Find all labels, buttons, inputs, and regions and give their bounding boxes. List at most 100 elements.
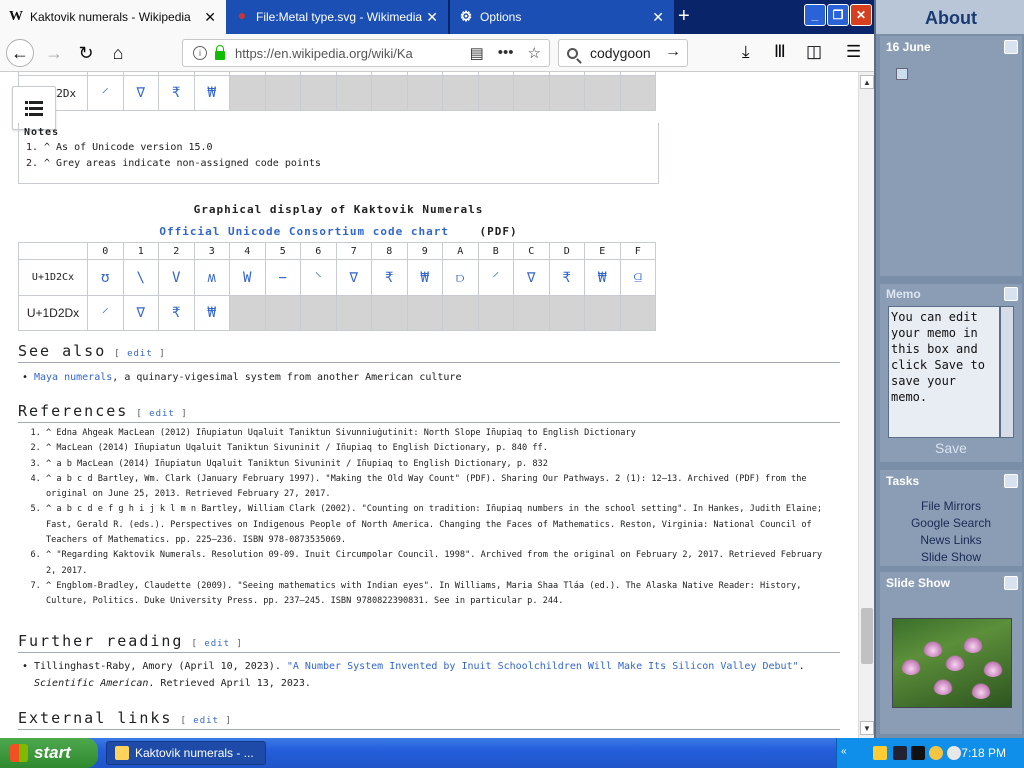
sidebar-icon[interactable]: ◫ bbox=[806, 42, 822, 62]
glyph-cell: ⸌ bbox=[300, 259, 337, 296]
glyph-cell: V bbox=[158, 259, 195, 296]
graphical-display-table: 0 1 2 3 4 5 6 7 8 9 A B C D E F U+1D2Cx … bbox=[18, 242, 656, 331]
tasks-icon[interactable] bbox=[1004, 474, 1018, 488]
home-button[interactable]: ⌂ bbox=[104, 39, 132, 67]
reference-item: ^ MacLean (2014) Iñupiatun Uqaluit Tanik… bbox=[46, 441, 832, 456]
edit-section-link[interactable]: [ edit ] bbox=[114, 349, 165, 359]
list-item: Tillinghast-Raby, Amory (April 10, 2023)… bbox=[22, 658, 842, 692]
external-links-heading: External links[ edit ] bbox=[18, 709, 840, 730]
close-tab-icon[interactable]: ✕ bbox=[426, 9, 438, 26]
taskbar-item-browser[interactable]: Kaktovik numerals - ... bbox=[106, 741, 266, 765]
task-google-search[interactable]: Google Search bbox=[880, 515, 1022, 532]
clock-time[interactable]: 7:18 PM bbox=[961, 746, 1006, 760]
scroll-up-arrow[interactable]: ▲ bbox=[860, 75, 874, 89]
clock-icon[interactable] bbox=[947, 746, 961, 760]
tab-options[interactable]: ⚙ Options ✕ bbox=[450, 0, 674, 34]
download-icon[interactable]: ⤓ bbox=[742, 42, 750, 62]
maya-numerals-link[interactable]: Maya numerals bbox=[34, 372, 112, 383]
glyph-cell: W bbox=[229, 259, 266, 296]
task-news-links[interactable]: News Links bbox=[880, 532, 1022, 549]
task-slide-show[interactable]: Slide Show bbox=[880, 549, 1022, 566]
page-actions-icon[interactable]: ••• bbox=[498, 44, 514, 62]
glyph-cell: ʍ bbox=[193, 259, 230, 296]
taskbar: start Kaktovik numerals - ... « 7:18 PM bbox=[0, 738, 1024, 768]
reference-item: ^ a b MacLean (2014) Iñupiatun Uqaluit T… bbox=[46, 457, 832, 472]
search-input[interactable]: codygoon bbox=[590, 45, 651, 61]
note-item: ^ Grey areas indicate non-assigned code … bbox=[44, 158, 653, 169]
task-file-mirrors[interactable]: File Mirrors bbox=[880, 498, 1022, 515]
scroll-down-arrow[interactable]: ▼ bbox=[860, 721, 874, 735]
back-button[interactable]: ← bbox=[6, 39, 34, 67]
reference-item: ^ Edna Ahgeak MacLean (2012) Iñupiatun U… bbox=[46, 426, 832, 441]
edit-section-link[interactable]: [ edit ] bbox=[136, 409, 187, 419]
scroll-thumb[interactable] bbox=[861, 608, 873, 664]
commons-icon: ● bbox=[237, 9, 247, 24]
wikipedia-icon: W bbox=[9, 9, 23, 24]
close-tab-icon[interactable]: ✕ bbox=[204, 9, 216, 26]
list-icon bbox=[25, 101, 43, 116]
page-scrollbar[interactable]: ▲ ▼ bbox=[858, 72, 874, 738]
monitor-icon[interactable] bbox=[911, 746, 925, 760]
menu-icon[interactable]: ☰ bbox=[846, 42, 861, 62]
unicode-code-chart-link[interactable]: Official Unicode Consortium code chart bbox=[159, 225, 449, 238]
url-text[interactable]: https://en.wikipedia.org/wiki/Ka bbox=[235, 46, 431, 61]
graphical-display-title: Graphical display of Kaktovik Numerals bbox=[193, 203, 484, 216]
memo-save-button[interactable]: Save bbox=[880, 440, 1022, 456]
tab-kaktovik-numerals[interactable]: W Kaktovik numerals - Wikipedia ✕ bbox=[0, 0, 226, 34]
start-button[interactable]: start bbox=[0, 738, 98, 768]
glyph-cell: ⸍ bbox=[477, 259, 514, 296]
search-icon[interactable] bbox=[929, 746, 943, 760]
memo-icon[interactable] bbox=[1004, 287, 1018, 301]
address-bar[interactable]: i https://en.wikipedia.org/wiki/Ka ▤ •••… bbox=[182, 39, 550, 67]
search-go-icon[interactable]: → bbox=[665, 43, 681, 61]
close-window-button[interactable]: ✕ bbox=[850, 4, 872, 26]
system-tray: « 7:18 PM bbox=[836, 738, 1024, 768]
tasks-section: Tasks File Mirrors Google Search News Li… bbox=[880, 470, 1022, 566]
memo-textarea[interactable]: You can edit your memo in this box and c… bbox=[888, 306, 1000, 438]
memo-scrollbar[interactable] bbox=[1000, 306, 1014, 438]
notes-box: Notes ^ As of Unicode version 15.0 ^ Gre… bbox=[18, 123, 659, 184]
slideshow-image[interactable] bbox=[892, 618, 1012, 708]
glyph-cell: ₩ bbox=[193, 295, 230, 331]
glyph-cell: ⫑ bbox=[619, 259, 656, 296]
minimize-window-button[interactable]: _ bbox=[804, 4, 826, 26]
unicode-table-top: ʊ\VʍW−⸌∇₹₩⫐⸍∇₹₩⫑ U+1D2Dx ⸍ ∇ ₹ ₩ bbox=[18, 72, 656, 111]
reader-view-icon[interactable]: ▤ bbox=[470, 44, 484, 62]
references-heading: References[ edit ] bbox=[18, 402, 840, 423]
date-label: 16 June bbox=[886, 40, 931, 54]
close-tab-icon[interactable]: ✕ bbox=[652, 9, 664, 26]
reload-button[interactable]: ↻ bbox=[72, 39, 100, 67]
memo-heading: Memo bbox=[886, 287, 921, 301]
see-also-heading: See also[ edit ] bbox=[18, 342, 840, 363]
navigation-toolbar: ← → ↻ ⌂ i https://en.wikipedia.org/wiki/… bbox=[0, 34, 874, 72]
tray-expand-icon[interactable]: « bbox=[841, 746, 847, 757]
gear-icon: ⚙ bbox=[459, 9, 473, 25]
maximize-window-button[interactable]: ❐ bbox=[827, 4, 849, 26]
forward-button[interactable]: → bbox=[40, 39, 68, 67]
bookmark-star-icon[interactable]: ☆ bbox=[528, 44, 541, 62]
slideshow-icon[interactable] bbox=[1004, 576, 1018, 590]
slideshow-section: Slide Show bbox=[880, 572, 1022, 734]
column-header: D bbox=[548, 242, 585, 260]
tab-metal-type-svg[interactable]: ● File:Metal type.svg - Wikimedia Co ✕ bbox=[226, 0, 448, 34]
new-tab-icon[interactable]: + bbox=[678, 4, 690, 28]
browser-icon bbox=[115, 746, 129, 760]
column-header: 8 bbox=[371, 242, 408, 260]
column-header: A bbox=[442, 242, 479, 260]
shield-icon[interactable] bbox=[873, 746, 887, 760]
edit-section-link[interactable]: [ edit ] bbox=[180, 716, 231, 726]
pdf-label: (PDF) bbox=[479, 225, 518, 238]
search-bar[interactable]: codygoon → bbox=[558, 39, 688, 67]
glyph-cell: ₩ bbox=[584, 259, 621, 296]
window-icon[interactable] bbox=[893, 746, 907, 760]
edit-section-link[interactable]: [ edit ] bbox=[191, 639, 242, 649]
glyph-cell: ₹ bbox=[548, 259, 585, 296]
note-item: ^ As of Unicode version 15.0 bbox=[44, 142, 653, 153]
further-reading-link[interactable]: "A Number System Invented by Inuit Schoo… bbox=[287, 661, 799, 672]
info-icon[interactable]: i bbox=[193, 46, 207, 60]
globe-icon[interactable] bbox=[1004, 40, 1018, 54]
library-icon[interactable]: Ⅲ bbox=[774, 42, 786, 62]
column-header: 1 bbox=[122, 242, 159, 260]
column-header: 4 bbox=[229, 242, 266, 260]
date-section: 16 June bbox=[880, 36, 1022, 276]
